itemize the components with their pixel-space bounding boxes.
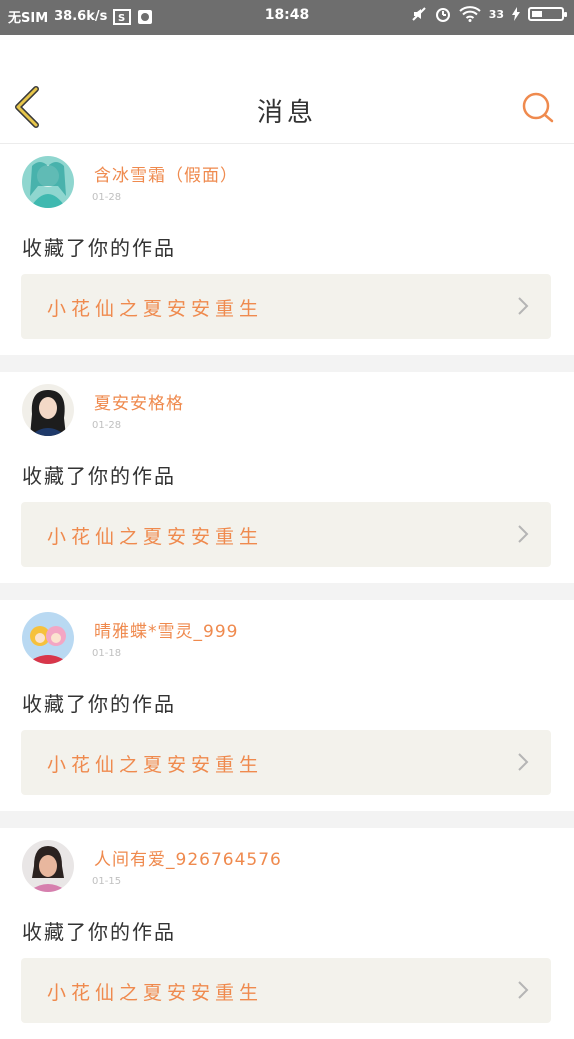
work-link[interactable]: 小花仙之夏安安重生 xyxy=(21,274,551,339)
battery-icon xyxy=(528,7,567,21)
notification-date: 01-28 xyxy=(92,192,122,203)
notification-card: 人间有爱_926764576 01-15 收藏了你的作品 小花仙之夏安安重生 xyxy=(0,828,574,1039)
notification-card: 晴雅蝶*雪灵_999 01-18 收藏了你的作品 小花仙之夏安安重生 xyxy=(0,600,574,811)
notification-date: 01-15 xyxy=(92,876,122,887)
action-text: 收藏了你的作品 xyxy=(22,464,176,488)
chevron-right-icon xyxy=(518,753,529,771)
status-right: 33 xyxy=(411,6,567,22)
action-text: 收藏了你的作品 xyxy=(22,920,176,944)
separator xyxy=(0,355,574,372)
work-title: 小花仙之夏安安重生 xyxy=(47,526,264,548)
chevron-right-icon xyxy=(518,981,529,999)
action-text: 收藏了你的作品 xyxy=(22,692,176,716)
work-title: 小花仙之夏安安重生 xyxy=(47,298,264,320)
user-name[interactable]: 含冰雪霜（假面） xyxy=(94,161,238,186)
work-link[interactable]: 小花仙之夏安安重生 xyxy=(21,958,551,1023)
avatar[interactable] xyxy=(22,156,74,208)
separator xyxy=(0,811,574,828)
work-title: 小花仙之夏安安重生 xyxy=(47,982,264,1004)
work-link[interactable]: 小花仙之夏安安重生 xyxy=(21,730,551,795)
mute-icon xyxy=(411,6,427,22)
avatar[interactable] xyxy=(22,612,74,664)
work-link[interactable]: 小花仙之夏安安重生 xyxy=(21,502,551,567)
user-name[interactable]: 人间有爱_926764576 xyxy=(94,845,282,870)
notification-list: 含冰雪霜（假面） 01-28 收藏了你的作品 小花仙之夏安安重生 夏安安格格 0… xyxy=(0,144,574,1039)
wifi-icon xyxy=(459,6,481,22)
avatar[interactable] xyxy=(22,840,74,892)
battery-level: 33 xyxy=(488,7,504,21)
avatar[interactable] xyxy=(22,384,74,436)
search-button[interactable] xyxy=(520,90,556,126)
notification-date: 01-18 xyxy=(92,648,122,659)
user-name[interactable]: 晴雅蝶*雪灵_999 xyxy=(94,617,238,642)
separator xyxy=(0,583,574,600)
search-icon xyxy=(522,92,554,123)
page-title: 消息 xyxy=(256,98,317,128)
user-name[interactable]: 夏安安格格 xyxy=(94,389,184,414)
chevron-right-icon xyxy=(518,525,529,543)
notification-date: 01-28 xyxy=(92,420,122,431)
navigation-header: 消息 xyxy=(0,35,574,144)
work-title: 小花仙之夏安安重生 xyxy=(47,754,264,776)
alarm-icon xyxy=(435,6,451,22)
notification-card: 夏安安格格 01-28 收藏了你的作品 小花仙之夏安安重生 xyxy=(0,372,574,583)
notification-card: 含冰雪霜（假面） 01-28 收藏了你的作品 小花仙之夏安安重生 xyxy=(0,144,574,355)
chevron-right-icon xyxy=(518,297,529,315)
action-text: 收藏了你的作品 xyxy=(22,236,176,260)
status-bar: 无SIM 38.6k/s S 18:48 33 xyxy=(0,0,574,35)
charging-icon xyxy=(512,7,520,21)
